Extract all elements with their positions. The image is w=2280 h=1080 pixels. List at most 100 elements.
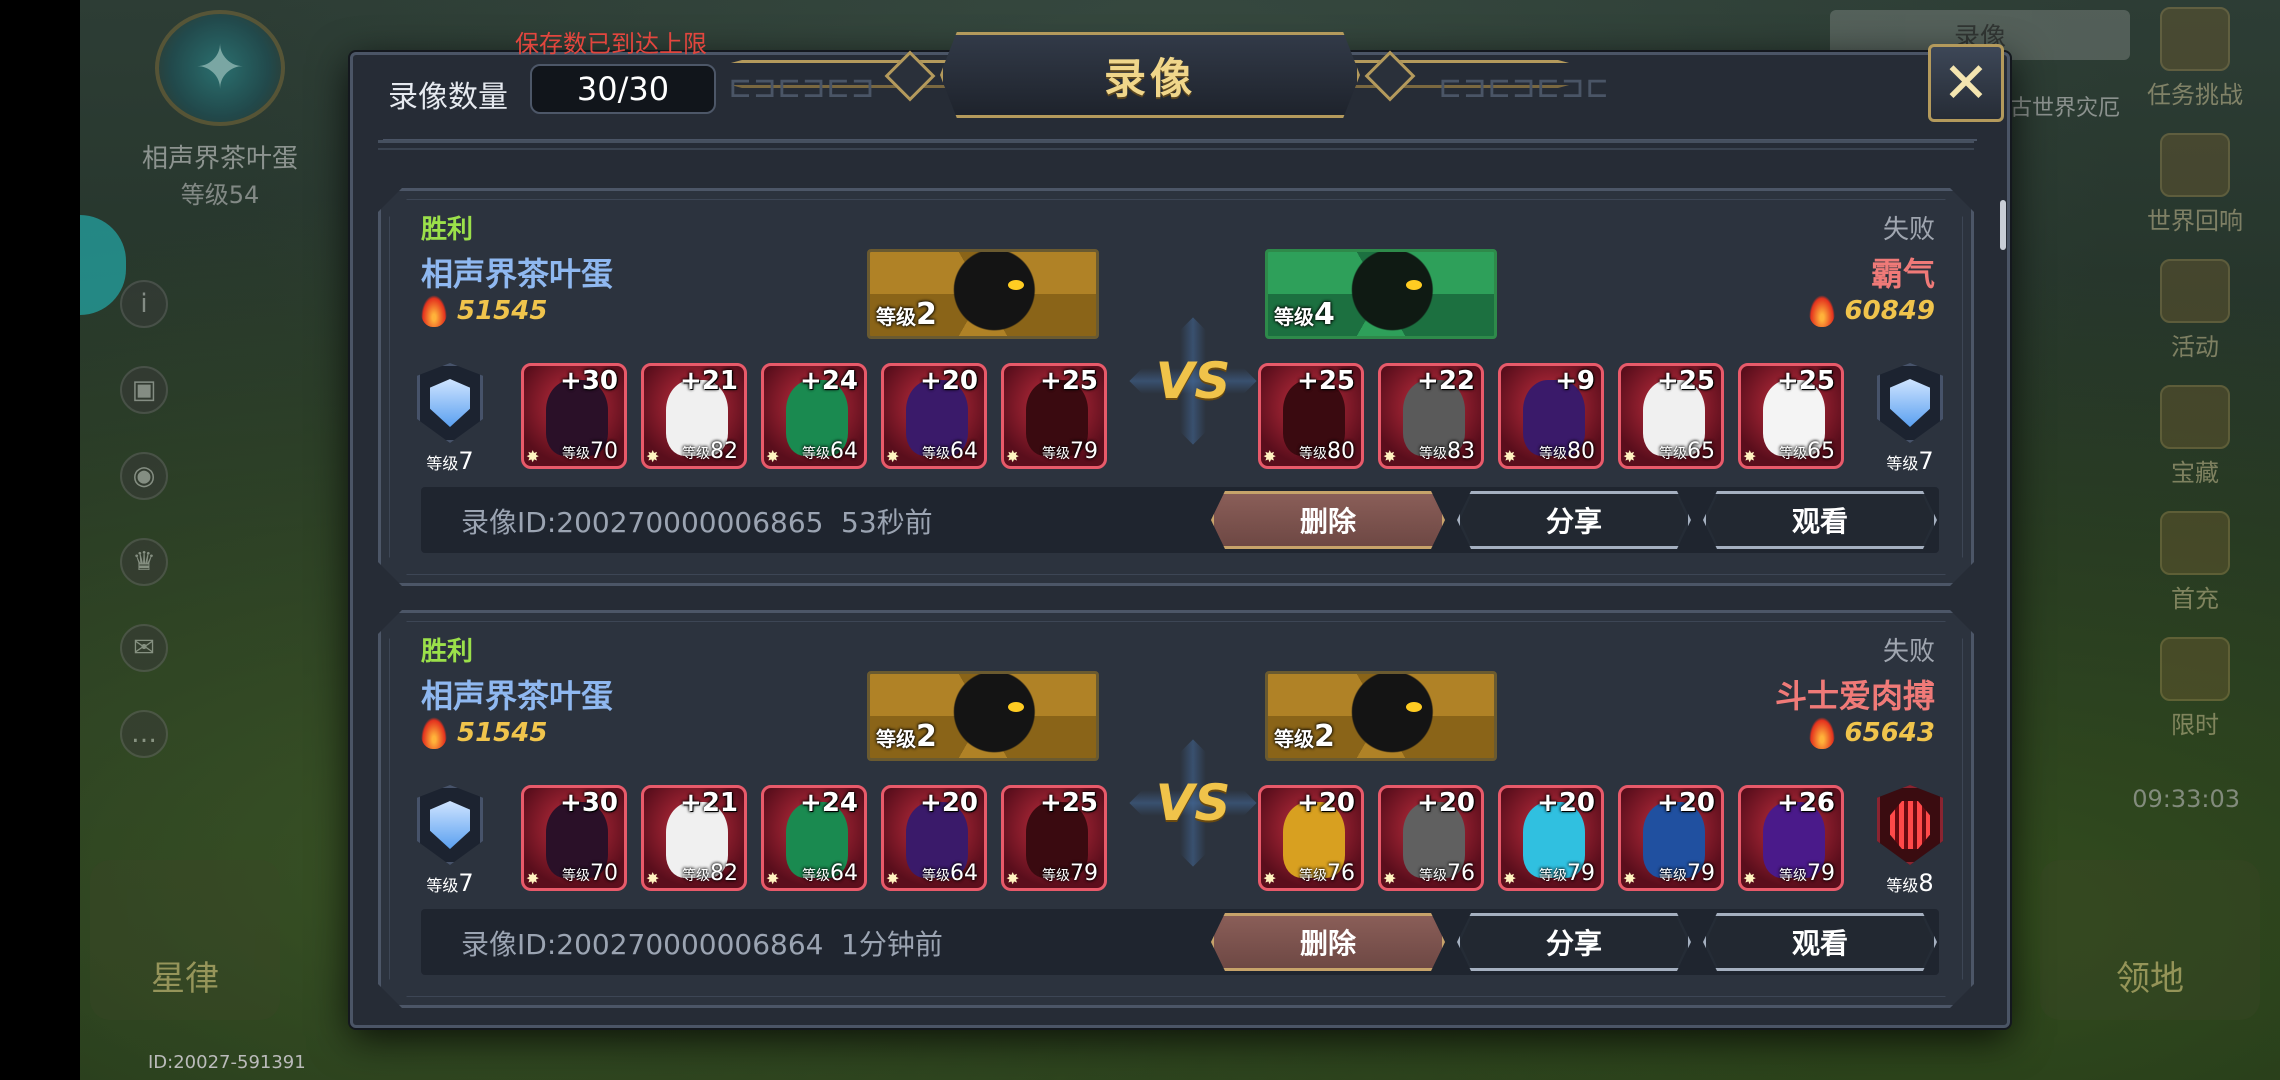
record-footer: 录像ID:200270000006864 1分钟前 删除 分享 观看 [421, 909, 1939, 975]
bg-menu-limited[interactable]: 限时 [2140, 630, 2250, 740]
left-player-name[interactable]: 相声界茶叶蛋 [421, 249, 613, 295]
hero-enhance-level: +20 [1657, 788, 1715, 818]
hero-portrait[interactable]: +20 ✸ 等级76 [1258, 785, 1364, 891]
hero-level: 等级79 [1779, 861, 1835, 886]
star-icon: ✸ [1263, 869, 1277, 888]
gift-icon[interactable]: ▣ [120, 366, 168, 414]
record-count-value: 30/30 [530, 64, 716, 114]
star-icon: ✸ [766, 869, 780, 888]
left-pet[interactable]: 等级2 [867, 671, 1099, 761]
level-number: 65 [1807, 439, 1835, 464]
star-icon: ✸ [1263, 447, 1277, 466]
hero-portrait[interactable]: +21 ✸ 等级82 [641, 363, 747, 469]
hero-portrait[interactable]: +20 ✸ 等级64 [881, 363, 987, 469]
star-icon: ✸ [646, 447, 660, 466]
bg-menu-treasure[interactable]: 宝藏 [2140, 378, 2250, 488]
left-formation[interactable]: 等级7 [415, 785, 485, 899]
flame-icon [1809, 295, 1835, 327]
mail-icon[interactable]: ✉ [120, 624, 168, 672]
treasure-icon [2160, 385, 2230, 449]
hero-level: 等级79 [1042, 439, 1098, 464]
hero-portrait[interactable]: +24 ✸ 等级64 [761, 785, 867, 891]
level-prefix: 等级 [1042, 446, 1070, 462]
left-power: 51545 [421, 717, 547, 749]
hero-portrait[interactable]: +24 ✸ 等级64 [761, 363, 867, 469]
hero-portrait[interactable]: +30 ✸ 等级70 [521, 363, 627, 469]
right-pet[interactable]: 等级2 [1265, 671, 1497, 761]
right-formation[interactable]: 等级8 [1875, 785, 1945, 899]
level-prefix: 等级 [1779, 868, 1807, 884]
close-button[interactable]: ✕ [1928, 44, 2004, 122]
record-card: 胜利 失败 相声界茶叶蛋 霸气 51545 60849 等级2 等级4 VS 等… [378, 188, 1974, 586]
share-button[interactable]: 分享 [1457, 491, 1691, 549]
hero-portrait[interactable]: +20 ✸ 等级79 [1618, 785, 1724, 891]
bg-menu-event[interactable]: 活动 [2140, 252, 2250, 362]
level-number: 64 [950, 439, 978, 464]
hero-portrait[interactable]: +25 ✸ 等级79 [1001, 785, 1107, 891]
bg-territory-button[interactable]: 领地 [2040, 860, 2260, 1020]
delete-button[interactable]: 删除 [1211, 491, 1445, 549]
hero-enhance-level: +9 [1555, 366, 1595, 396]
record-card: 胜利 失败 相声界茶叶蛋 斗士爱肉搏 51545 65643 等级2 等级2 V… [378, 610, 1974, 1008]
delete-button[interactable]: 删除 [1211, 913, 1445, 971]
bg-menu-echo[interactable]: 世界回响 [2140, 126, 2250, 236]
hero-portrait[interactable]: +20 ✸ 等级79 [1498, 785, 1604, 891]
left-formation[interactable]: 等级7 [415, 363, 485, 477]
right-player-name[interactable]: 霸气 [1871, 249, 1935, 295]
hero-enhance-level: +25 [1657, 366, 1715, 396]
hero-portrait[interactable]: +9 ✸ 等级80 [1498, 363, 1604, 469]
trophy-icon[interactable]: ♛ [120, 538, 168, 586]
versus-text: VS [1155, 352, 1231, 410]
right-formation[interactable]: 等级7 [1875, 363, 1945, 477]
hero-portrait[interactable]: +21 ✸ 等级82 [641, 785, 747, 891]
flame-icon [421, 295, 447, 327]
hero-portrait[interactable]: +26 ✸ 等级79 [1738, 785, 1844, 891]
left-player-name[interactable]: 相声界茶叶蛋 [421, 671, 613, 717]
left-power: 51545 [421, 295, 547, 327]
bg-player-name: 相声界茶叶蛋 [141, 144, 298, 174]
star-icon: ✸ [1503, 447, 1517, 466]
info-icon[interactable]: i [120, 280, 168, 328]
hero-portrait[interactable]: +25 ✸ 等级79 [1001, 363, 1107, 469]
hero-enhance-level: +20 [920, 366, 978, 396]
level-number: 65 [1687, 439, 1715, 464]
right-pet[interactable]: 等级4 [1265, 249, 1497, 339]
level-number: 82 [710, 439, 738, 464]
level-prefix: 等级 [562, 446, 590, 462]
hero-portrait[interactable]: +30 ✸ 等级70 [521, 785, 627, 891]
list-scrollbar[interactable] [2000, 200, 2006, 250]
hero-portrait[interactable]: +20 ✸ 等级76 [1378, 785, 1484, 891]
hero-portrait[interactable]: +25 ✸ 等级65 [1618, 363, 1724, 469]
hero-level: 等级64 [802, 439, 858, 464]
hero-level: 等级82 [682, 439, 738, 464]
hero-portrait[interactable]: +22 ✸ 等级83 [1378, 363, 1484, 469]
level-prefix: 等级 [682, 446, 710, 462]
hero-portrait[interactable]: +25 ✸ 等级65 [1738, 363, 1844, 469]
hero-portrait[interactable]: +25 ✸ 等级80 [1258, 363, 1364, 469]
chat-icon[interactable]: … [120, 710, 168, 758]
level-prefix: 等级 [876, 305, 916, 329]
hero-portrait[interactable]: +20 ✸ 等级64 [881, 785, 987, 891]
hero-enhance-level: +21 [680, 366, 738, 396]
red-formation-icon [1877, 785, 1943, 865]
camera-icon[interactable]: ◉ [120, 452, 168, 500]
right-formation-level: 等级8 [1886, 869, 1933, 897]
level-number: 7 [458, 447, 474, 475]
share-button[interactable]: 分享 [1457, 913, 1691, 971]
bg-star-button[interactable]: 星律 [90, 860, 280, 1020]
level-number: 76 [1447, 861, 1475, 886]
level-number: 2 [916, 297, 937, 332]
bg-player-badge[interactable]: ✦ 相声界茶叶蛋 等级54 [120, 10, 320, 210]
bg-menu-quest[interactable]: 任务挑战 [2140, 0, 2250, 110]
right-player-name[interactable]: 斗士爱肉搏 [1775, 671, 1935, 717]
level-number: 2 [1314, 719, 1335, 754]
watch-button[interactable]: 观看 [1703, 491, 1937, 549]
right-power: 60849 [1809, 295, 1935, 327]
echo-icon [2160, 133, 2230, 197]
left-result: 胜利 [421, 637, 474, 667]
bg-menu-firstpay[interactable]: 首充 [2140, 504, 2250, 614]
hero-enhance-level: +20 [1537, 788, 1595, 818]
watch-button[interactable]: 观看 [1703, 913, 1937, 971]
level-number: 4 [1314, 297, 1335, 332]
left-pet[interactable]: 等级2 [867, 249, 1099, 339]
